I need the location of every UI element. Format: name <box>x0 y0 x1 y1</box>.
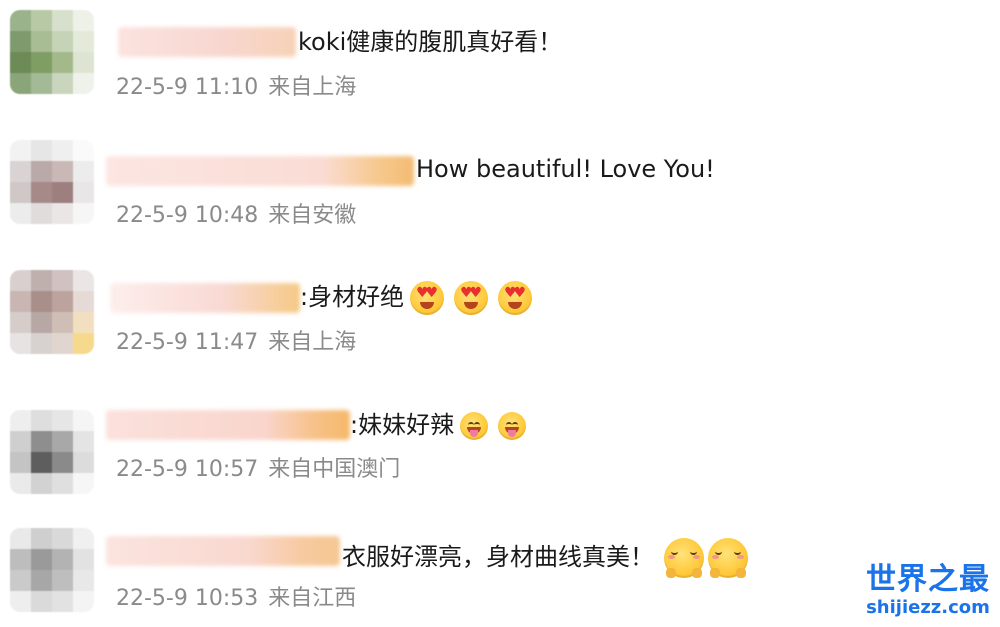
comment-time: 22-5-9 11:47 <box>116 330 259 355</box>
username-redacted[interactable] <box>106 156 414 186</box>
comment-text-body: 衣服好漂亮，身材曲线真美！ <box>342 543 654 571</box>
comment-text: koki健康的腹肌真好看！ <box>298 28 563 56</box>
comment-meta: 22-5-9 11:10 来自上海 <box>116 74 356 102</box>
tongue-out-emoji <box>498 412 527 440</box>
comment-meta: 22-5-9 10:57 来自中国澳门 <box>116 456 400 484</box>
username-redacted[interactable] <box>106 410 350 440</box>
watermark-title: 世界之最 <box>866 562 990 597</box>
username-redacted[interactable] <box>106 536 340 566</box>
avatar[interactable] <box>10 10 94 94</box>
comment-location: 来自安徽 <box>268 203 357 228</box>
avatar[interactable] <box>10 140 94 224</box>
heart-eyes-emoji <box>454 281 489 315</box>
username-redacted[interactable] <box>118 27 296 57</box>
heart-eyes-emoji <box>410 281 445 315</box>
avatar[interactable] <box>10 528 94 612</box>
blushing-hands-emoji <box>664 538 704 578</box>
comment-location: 来自上海 <box>268 75 357 100</box>
comment-text: 衣服好漂亮，身材曲线真美！ <box>342 538 748 578</box>
comment-meta: 22-5-9 11:47 来自上海 <box>116 329 356 357</box>
avatar[interactable] <box>10 410 94 494</box>
comment-text: :身材好绝 <box>300 281 533 315</box>
comment-location: 来自江西 <box>268 586 357 611</box>
site-watermark: 世界之最 shijiezz.com <box>866 563 990 619</box>
watermark-url: shijiezz.com <box>866 597 990 618</box>
comment-location: 来自中国澳门 <box>268 457 401 482</box>
comment-text: :妹妹好辣 <box>350 410 527 440</box>
comment-meta: 22-5-9 10:53 来自江西 <box>116 585 356 613</box>
comment-location: 来自上海 <box>268 330 357 355</box>
avatar[interactable] <box>10 270 94 354</box>
comment-time: 22-5-9 11:10 <box>116 75 259 100</box>
comment-time: 22-5-9 10:53 <box>116 586 259 611</box>
blushing-hands-emoji <box>708 538 748 578</box>
username-redacted[interactable] <box>110 283 300 313</box>
tongue-out-emoji <box>460 412 489 440</box>
comment-text: How beautiful! Love You! <box>416 155 715 183</box>
heart-eyes-emoji <box>498 281 533 315</box>
comment-text-body: :妹妹好辣 <box>350 411 455 439</box>
comment-text-body: :身材好绝 <box>300 283 405 311</box>
comment-time: 22-5-9 10:48 <box>116 203 259 228</box>
comment-time: 22-5-9 10:57 <box>116 457 259 482</box>
comment-meta: 22-5-9 10:48 来自安徽 <box>116 202 356 230</box>
